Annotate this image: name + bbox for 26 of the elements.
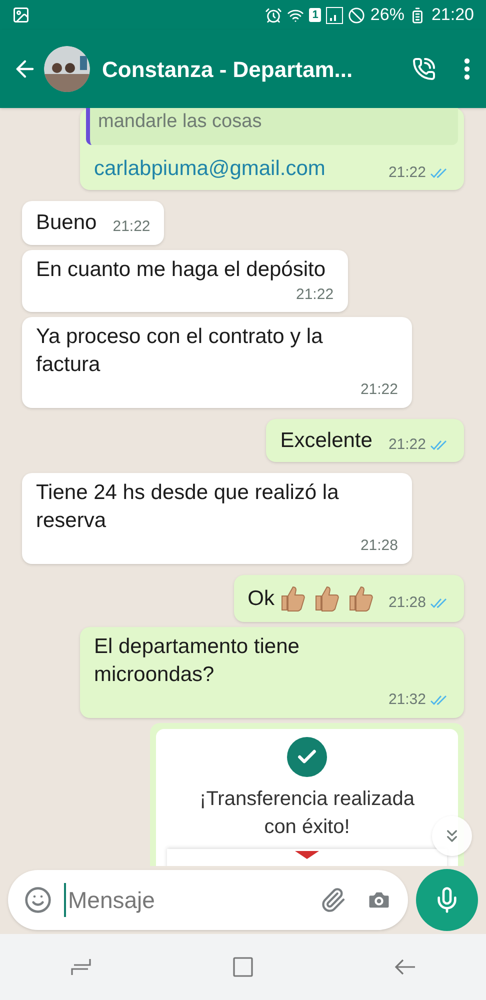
- message-text: Bueno: [36, 210, 97, 236]
- quoted-text: mandarle las cosas: [98, 111, 262, 132]
- message-text: Excelente: [280, 428, 372, 454]
- quoted-message[interactable]: mandarle las cosas: [86, 108, 458, 144]
- message-field[interactable]: Mensaje: [64, 882, 320, 918]
- message-time: 21:32: [388, 690, 426, 710]
- chat-title[interactable]: Constanza - Departam...: [102, 52, 353, 86]
- message-time: 21:28: [360, 536, 398, 556]
- message-time: 21:28: [388, 592, 426, 612]
- sim-indicator: 1: [309, 8, 322, 22]
- message-text: El departamento tiene microondas?: [94, 634, 300, 688]
- clock: 21:20: [431, 4, 474, 26]
- message-time: 21:22: [388, 162, 426, 182]
- message-time: 21:22: [388, 434, 426, 454]
- message-input[interactable]: Mensaje: [8, 870, 408, 930]
- transfer-card[interactable]: ¡Transferencia realizada con éxito!: [156, 728, 458, 866]
- message-time: 21:22: [112, 217, 150, 237]
- battery-percentage: 26%: [370, 4, 404, 26]
- email-link[interactable]: carlabpiuma@gmail.com: [94, 152, 326, 184]
- message-text: Tiene 24 hs desde que realizó la reserva: [36, 480, 340, 534]
- transfer-status-text: ¡Transferencia realizada con éxito!: [198, 786, 416, 840]
- message-time: 21:22: [296, 284, 334, 304]
- message-text: Ya proceso con el contrato y la factura: [36, 324, 324, 378]
- message-text: Ok: [248, 586, 274, 612]
- message-text: En cuanto me haga el depósito: [36, 256, 327, 282]
- message-time: 21:22: [360, 380, 398, 400]
